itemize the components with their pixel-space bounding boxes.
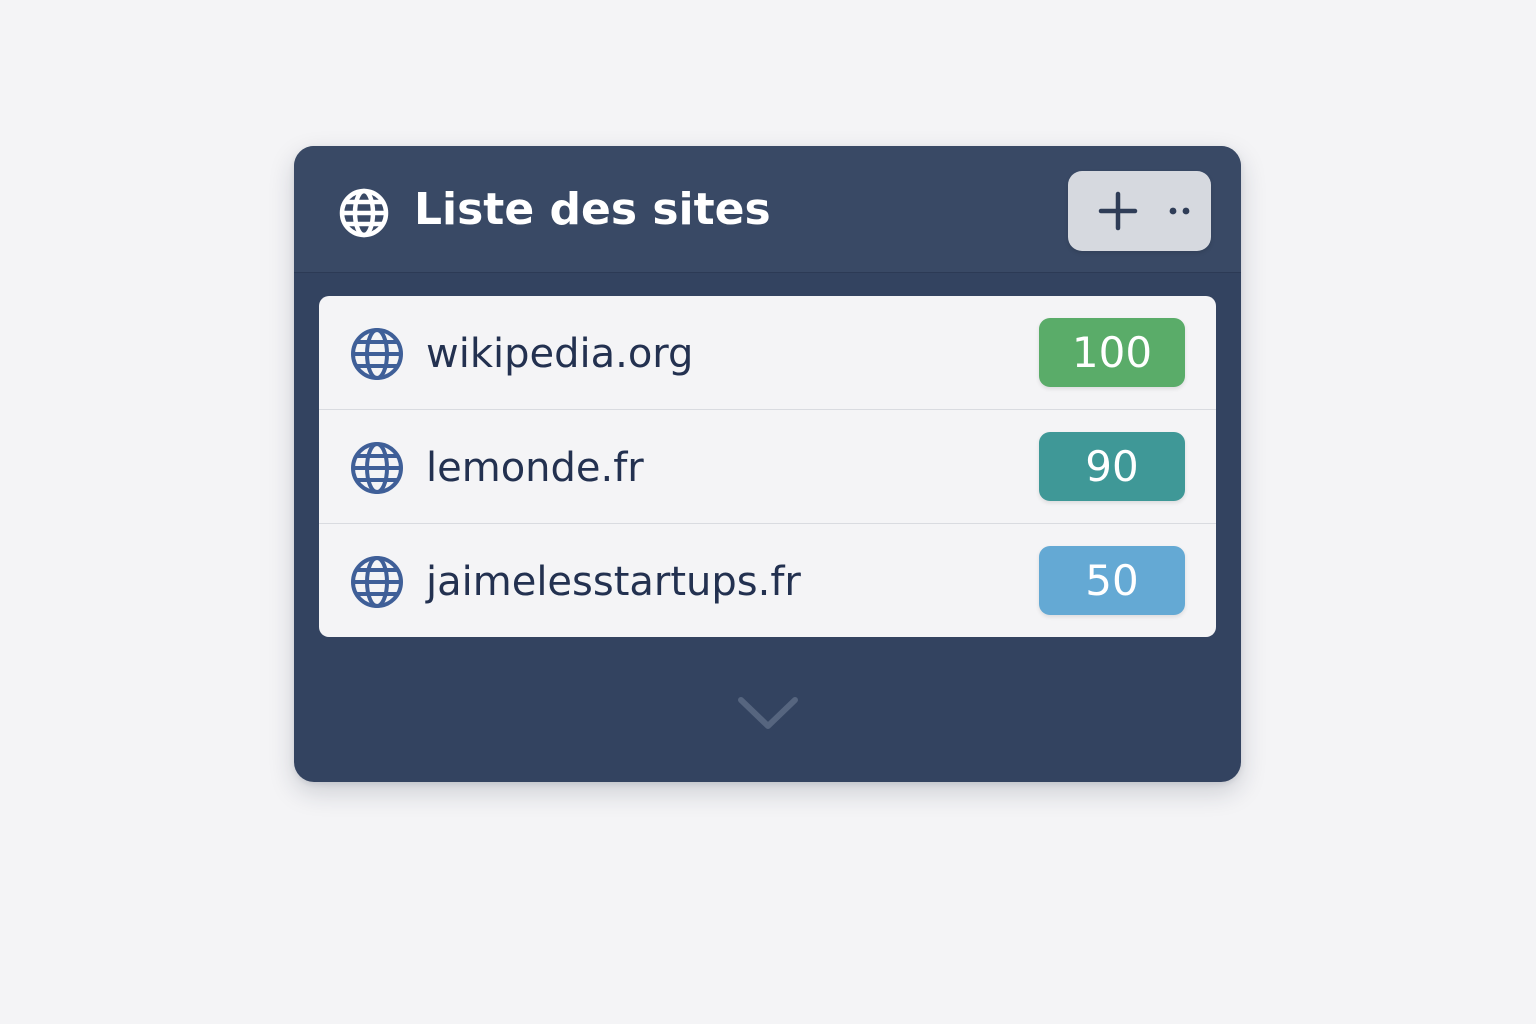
- score-badge: 90: [1039, 432, 1185, 501]
- list-item[interactable]: jaimelesstartups.fr 50: [319, 524, 1216, 637]
- panel-title: Liste des sites: [414, 184, 771, 235]
- sites-panel: Liste des sites wikipedia.org 100 lemond…: [294, 146, 1241, 782]
- site-name: lemonde.fr: [426, 445, 644, 491]
- list-item[interactable]: lemonde.fr 90: [319, 410, 1216, 524]
- globe-icon: [351, 442, 403, 494]
- sites-list: wikipedia.org 100 lemonde.fr 90 jaimeles…: [319, 296, 1216, 637]
- more-dots-icon[interactable]: [1160, 191, 1200, 231]
- site-name: jaimelesstartups.fr: [426, 559, 801, 605]
- globe-icon: [339, 188, 389, 238]
- globe-icon: [351, 328, 403, 380]
- list-item[interactable]: wikipedia.org 100: [319, 296, 1216, 410]
- site-name: wikipedia.org: [426, 331, 694, 377]
- globe-icon: [351, 556, 403, 608]
- plus-icon[interactable]: [1094, 187, 1142, 235]
- chevron-down-icon[interactable]: [735, 690, 801, 734]
- header-actions: [1068, 171, 1211, 251]
- panel-header: Liste des sites: [294, 146, 1241, 273]
- score-badge: 50: [1039, 546, 1185, 615]
- score-badge: 100: [1039, 318, 1185, 387]
